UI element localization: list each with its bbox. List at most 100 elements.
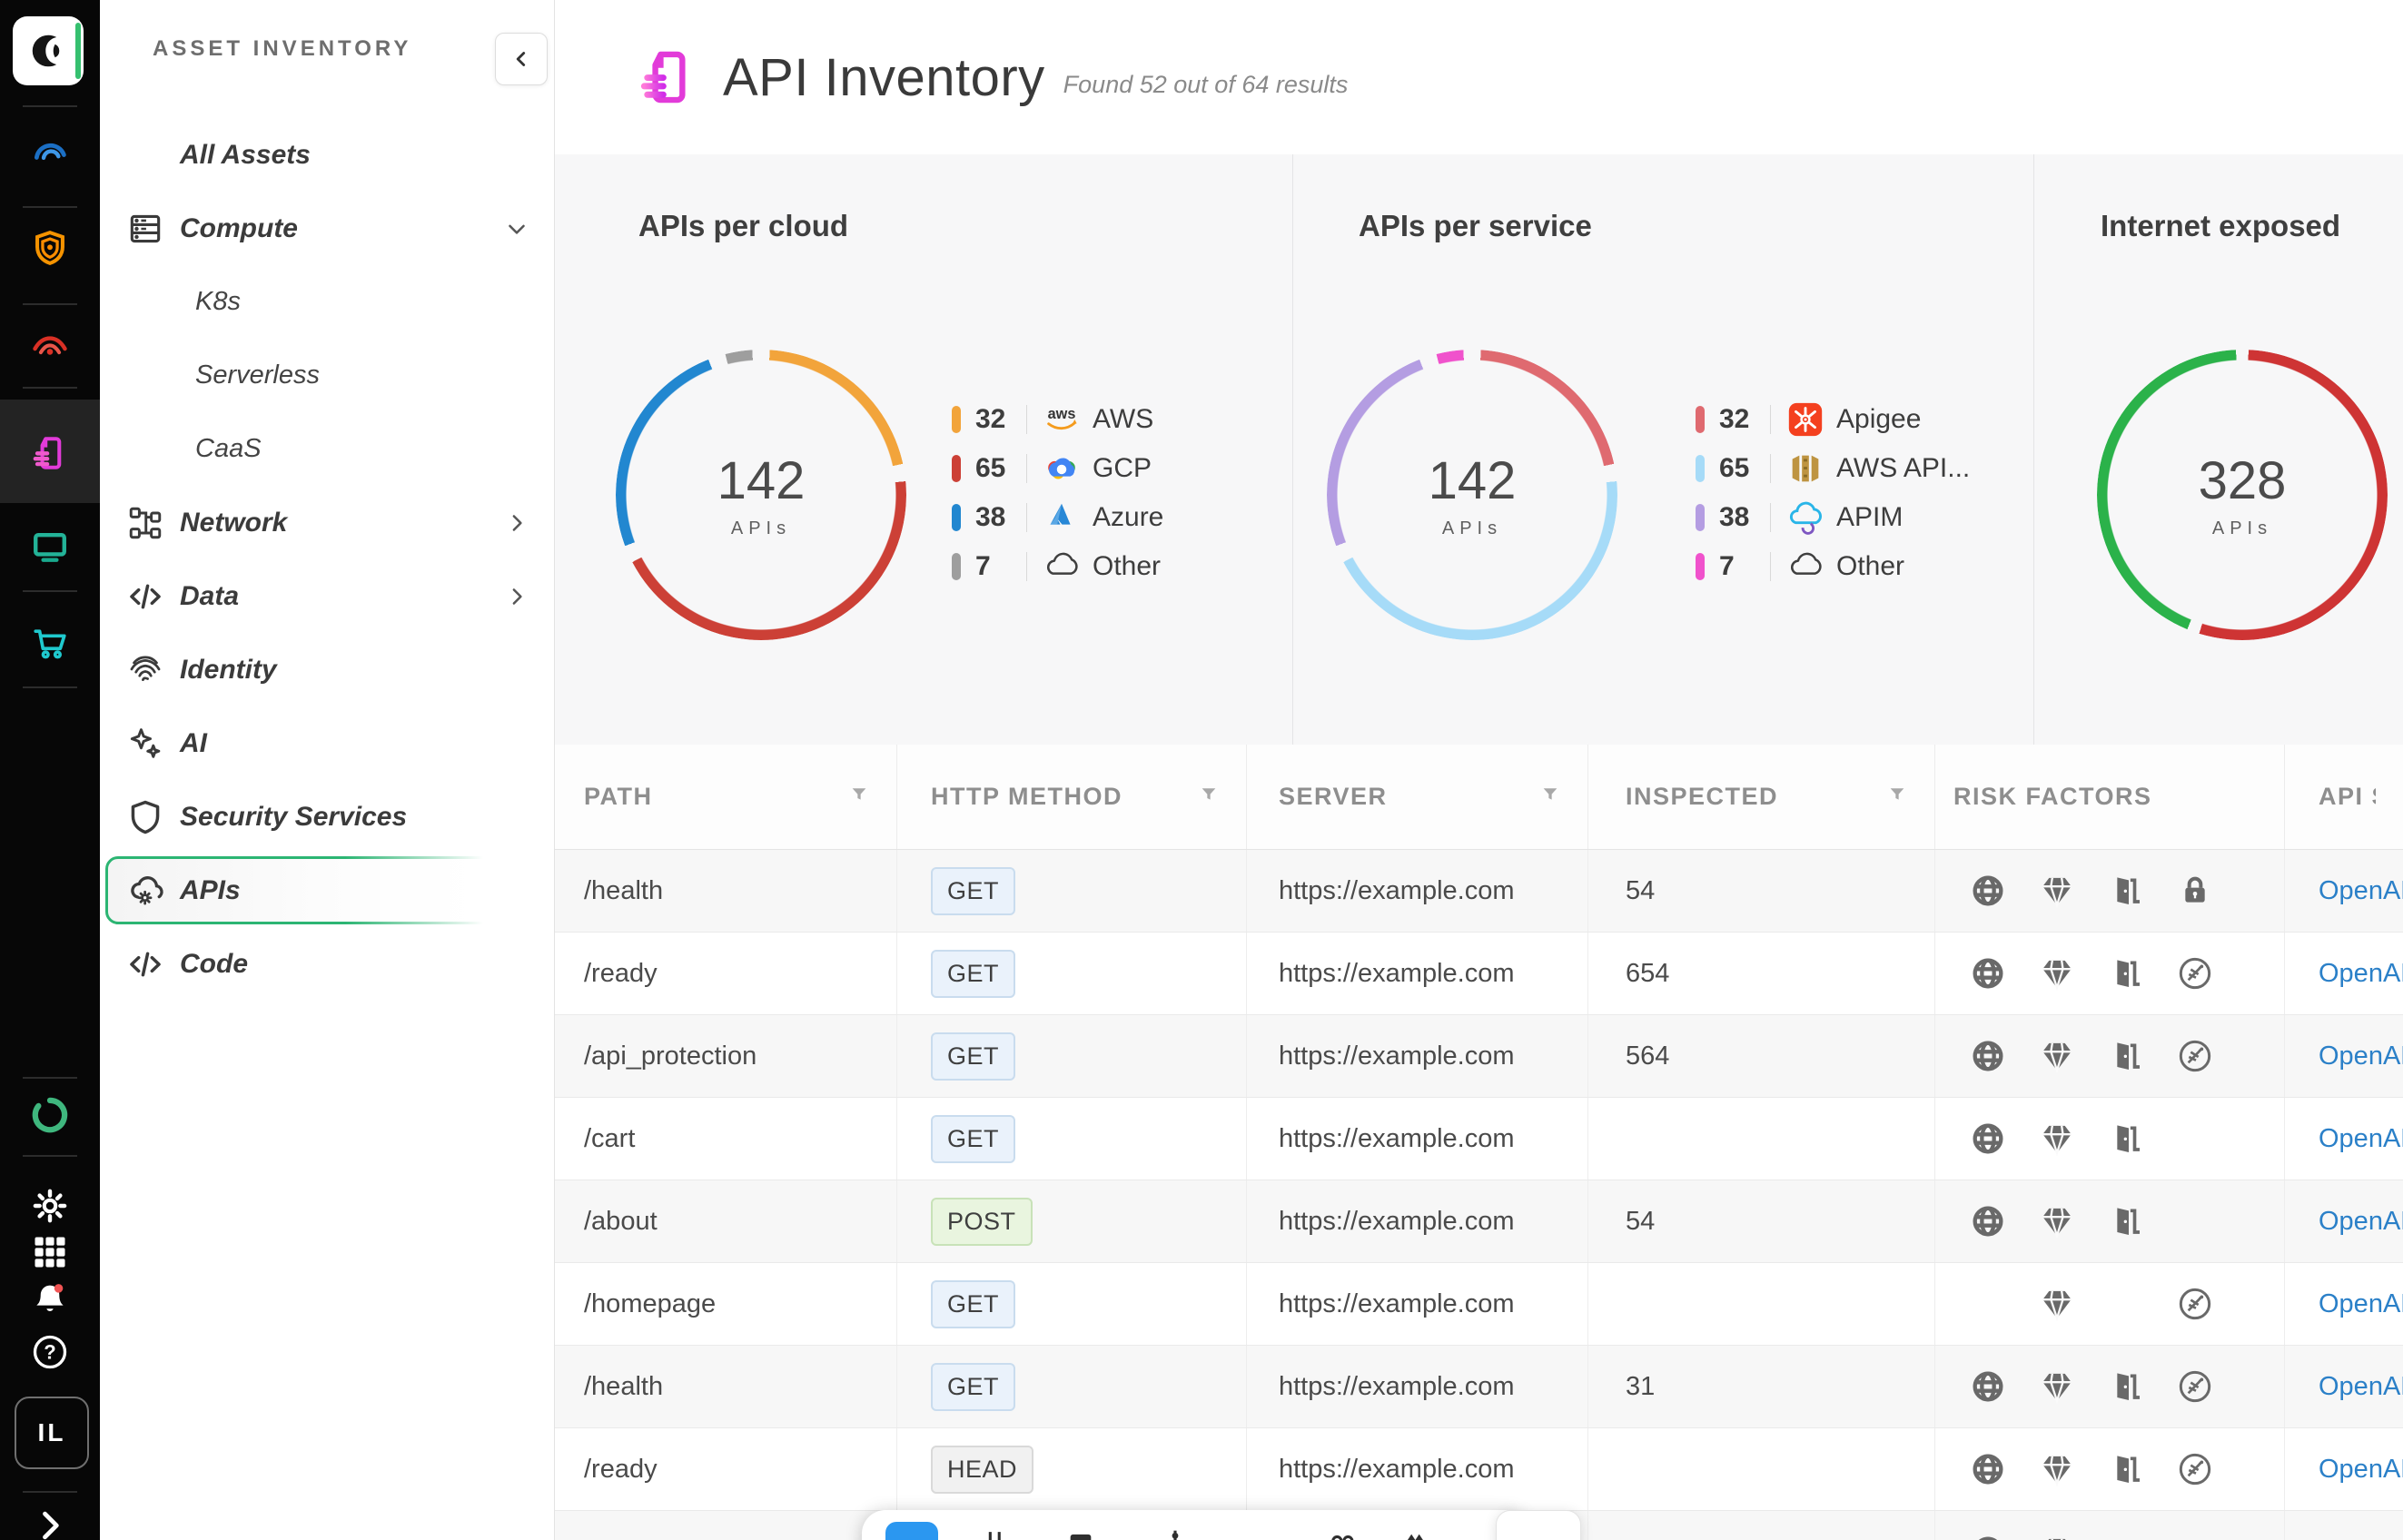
- openapi-spec-link[interactable]: OpenAP: [2319, 1537, 2403, 1540]
- rail-item-detection[interactable]: [30, 328, 70, 368]
- rail-item-settings[interactable]: [30, 1186, 70, 1226]
- legend-label: Azure: [1093, 502, 1163, 533]
- table-row[interactable]: /readyHEADhttps://example.comOpenAP: [554, 1428, 2403, 1511]
- sidebar-item-caas[interactable]: CaaS: [100, 412, 554, 486]
- door-risk-icon: [2092, 1038, 2161, 1074]
- method-cell: GET: [897, 850, 1247, 932]
- column-header-server[interactable]: SERVER: [1247, 745, 1588, 849]
- rail-item-expand[interactable]: [30, 1505, 70, 1540]
- rail-divider: [23, 206, 77, 208]
- legend-value: 38: [975, 502, 1026, 533]
- monitor-teal-icon: [30, 527, 70, 567]
- table-row[interactable]: /readyGEThttps://example.com654OpenAP: [554, 933, 2403, 1015]
- table-row[interactable]: /healthGEThttps://example.com31OpenAP: [554, 1346, 2403, 1428]
- sidebar-item-serverless[interactable]: Serverless: [100, 339, 554, 412]
- toolbar-primary-button[interactable]: [885, 1522, 938, 1540]
- openapi-spec-link[interactable]: OpenAP: [2319, 1124, 2403, 1154]
- sidebar-item-security-services[interactable]: Security Services: [100, 780, 554, 854]
- sidebar-item-identity[interactable]: Identity: [100, 633, 554, 706]
- legend-label: APIM: [1836, 502, 1903, 533]
- bug-risk-icon: [2161, 1038, 2230, 1074]
- sidebar-item-k8s[interactable]: K8s: [100, 265, 554, 339]
- door-risk-icon: [2092, 1120, 2161, 1157]
- azure-icon: [1042, 498, 1082, 538]
- rail-item-orca-ring[interactable]: [30, 1095, 70, 1135]
- filter-icon[interactable]: [1540, 785, 1560, 809]
- toolbar-icon-1[interactable]: [980, 1525, 1011, 1540]
- filter-icon[interactable]: [1199, 785, 1219, 809]
- sidebar-item-apis[interactable]: APIs: [100, 854, 554, 927]
- rail-item-profile[interactable]: IL: [15, 1397, 89, 1469]
- sidebar-title: ASSET INVENTORY: [153, 36, 411, 62]
- app-root: ? IL ASSET INVENTORY All AssetsComputeK8s…: [0, 0, 2403, 1540]
- rail-item-marketplace[interactable]: [30, 623, 70, 663]
- openapi-spec-link[interactable]: OpenAP: [2319, 1455, 2403, 1485]
- openapi-spec-link[interactable]: OpenAP: [2319, 1372, 2403, 1402]
- path-cell: /homepage: [554, 1263, 897, 1345]
- api-path: /homepage: [584, 1289, 716, 1319]
- api-path: /api_protection: [584, 1041, 756, 1071]
- chart-legend: 32awsAWS65GCP38Azure7Other: [952, 395, 1288, 591]
- rail-item-notifications[interactable]: [30, 1279, 70, 1319]
- sidebar-item-data[interactable]: Data: [100, 559, 554, 633]
- inspected-cell: [1588, 1428, 1935, 1510]
- cloud-icon: [1042, 547, 1082, 587]
- rail-item-help[interactable]: ?: [30, 1332, 70, 1372]
- charts-section: APIs per cloud 142 APIs 32awsAWS65GCP38A…: [554, 154, 2403, 745]
- http-method-badge: GET: [931, 1115, 1015, 1163]
- toolbar-icon-5[interactable]: [1399, 1525, 1429, 1540]
- risk-factors-cell: [1935, 1015, 2285, 1097]
- table-row[interactable]: /homepageGEThttps://example.comOpenAP: [554, 1263, 2403, 1346]
- toolbar-icon-2[interactable]: [1065, 1525, 1096, 1540]
- legend-item-gcp: 65GCP: [952, 444, 1288, 493]
- floating-toolbar[interactable]: [862, 1510, 1529, 1540]
- sidebar-item-ai[interactable]: AI: [100, 706, 554, 780]
- sidebar-nav: All AssetsComputeK8sServerlessCaaSNetwor…: [100, 118, 554, 1001]
- column-header-api-spe[interactable]: API SPE: [2285, 745, 2403, 849]
- sidebar-item-compute[interactable]: Compute: [100, 192, 554, 265]
- path-cell: /health: [554, 1346, 897, 1427]
- table-row[interactable]: /aboutPOSThttps://example.com54OpenAP: [554, 1180, 2403, 1263]
- orca-logo-button[interactable]: [13, 16, 84, 85]
- rail-item-apps-grid[interactable]: [30, 1232, 70, 1272]
- sidebar-item-network[interactable]: Network: [100, 486, 554, 559]
- sidebar-item-code[interactable]: Code: [100, 927, 554, 1001]
- inspected-count: 654: [1626, 959, 1669, 989]
- path-cell: /about: [554, 1180, 897, 1262]
- door-risk-icon: [2092, 955, 2161, 992]
- api-path: /api_protection: [584, 1537, 756, 1540]
- openapi-spec-link[interactable]: OpenAP: [2319, 1289, 2403, 1319]
- legend-color-pill: [952, 553, 961, 580]
- server-cell: https://example.com: [1247, 1098, 1588, 1180]
- lock-risk-icon: [2161, 873, 2230, 909]
- rail-item-cloud-visibility[interactable]: [30, 133, 70, 173]
- openapi-spec-link[interactable]: OpenAP: [2319, 1207, 2403, 1237]
- column-header-path[interactable]: PATH: [554, 745, 897, 849]
- sidebar-item-all-assets[interactable]: All Assets: [100, 118, 554, 192]
- toolbar-icon-4[interactable]: [1327, 1525, 1358, 1540]
- openapi-spec-link[interactable]: OpenAP: [2319, 1041, 2403, 1071]
- column-header-inspected[interactable]: INSPECTED: [1588, 745, 1935, 849]
- column-header-label: PATH: [584, 783, 653, 811]
- openapi-spec-link[interactable]: OpenAP: [2319, 959, 2403, 989]
- gem-risk-icon: [2022, 1534, 2092, 1540]
- filter-icon[interactable]: [849, 785, 869, 809]
- rail-item-api-security[interactable]: [30, 433, 70, 473]
- table-row[interactable]: /api_protectionGEThttps://example.com564…: [554, 1015, 2403, 1098]
- rail-item-shield[interactable]: [30, 228, 70, 268]
- network-icon: [125, 503, 165, 543]
- gem-risk-icon: [2022, 955, 2092, 992]
- floating-toolbar-side-button[interactable]: [1496, 1510, 1581, 1540]
- column-header-http-method[interactable]: HTTP METHOD: [897, 745, 1247, 849]
- toolbar-icon-3[interactable]: [1160, 1525, 1191, 1540]
- column-header-risk-factors[interactable]: RISK FACTORS: [1935, 745, 2285, 849]
- http-method-badge: GET: [931, 1363, 1015, 1411]
- table-row[interactable]: /healthGEThttps://example.com54OpenAP: [554, 850, 2403, 933]
- orca-icon: [27, 30, 69, 72]
- column-header-label: API SPE: [2319, 783, 2376, 811]
- filter-icon[interactable]: [1887, 785, 1907, 809]
- openapi-spec-link[interactable]: OpenAP: [2319, 876, 2403, 906]
- rail-item-workloads[interactable]: [30, 527, 70, 567]
- table-row[interactable]: /cartGEThttps://example.comOpenAP: [554, 1098, 2403, 1180]
- sidebar-collapse-button[interactable]: [495, 33, 548, 85]
